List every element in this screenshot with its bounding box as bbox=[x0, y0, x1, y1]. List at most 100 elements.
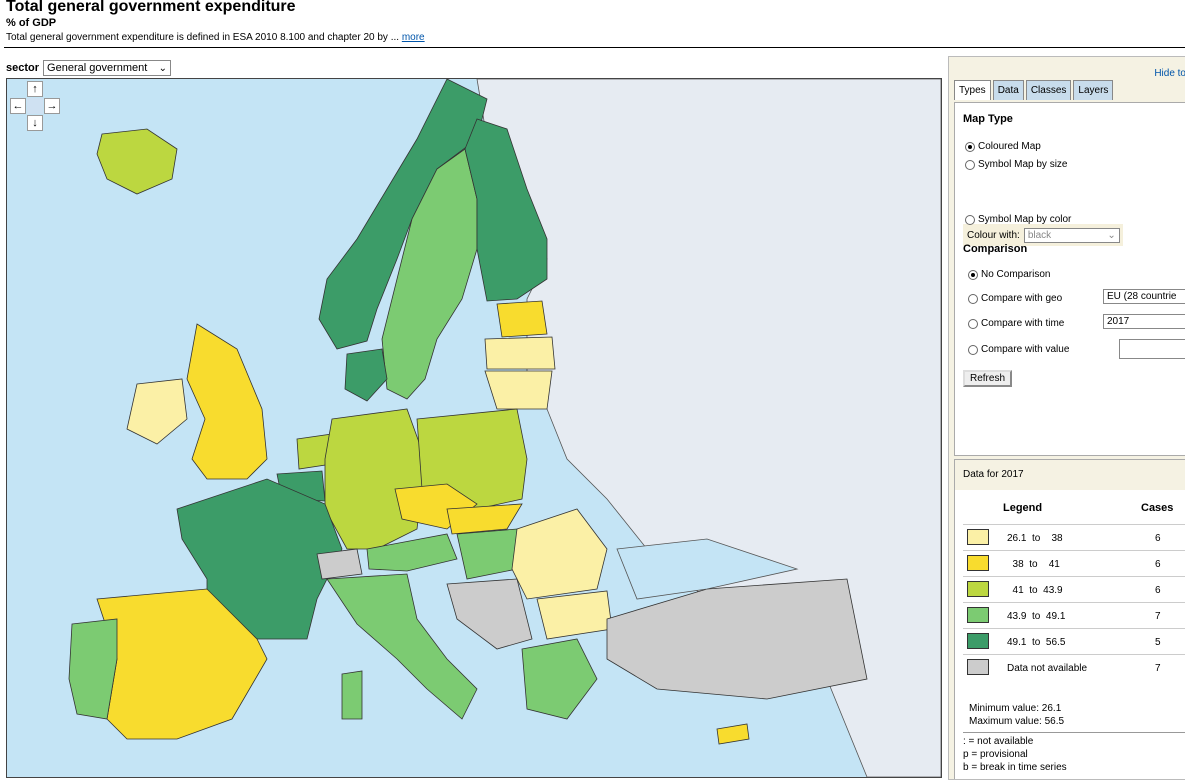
legend-count: 5 bbox=[1155, 637, 1161, 648]
radio-symbol-size[interactable]: Symbol Map by size bbox=[965, 159, 1067, 170]
radio-coloured-map[interactable]: Coloured Map bbox=[965, 141, 1041, 152]
legend-range: 38 to 41 bbox=[1007, 559, 1060, 570]
radio-dot bbox=[968, 318, 978, 329]
legend-count: 7 bbox=[1155, 611, 1161, 622]
legend-range: 41 to 43.9 bbox=[1007, 585, 1063, 596]
radio-compare-geo[interactable]: Compare with geo bbox=[968, 293, 1062, 304]
region-germany bbox=[324, 408, 426, 550]
radio-label: Compare with value bbox=[981, 344, 1070, 355]
arrow-up-icon[interactable]: ↑ bbox=[27, 81, 43, 97]
legend-count: 6 bbox=[1155, 533, 1161, 544]
region-sardinia bbox=[341, 670, 363, 720]
colour-with-value: black bbox=[1027, 229, 1052, 241]
legend-range: Data not available bbox=[1007, 663, 1088, 674]
max-value: Maximum value: 56.5 bbox=[969, 716, 1065, 727]
hide-toolbox-link[interactable]: Hide to bbox=[1154, 68, 1185, 79]
radio-symbol-color[interactable]: Symbol Map by color bbox=[965, 214, 1071, 225]
legend-swatch bbox=[967, 581, 989, 597]
definition-text: Total general government expenditure is … bbox=[6, 32, 425, 43]
radio-dot bbox=[968, 344, 978, 355]
radio-label: Symbol Map by color bbox=[978, 214, 1072, 225]
radio-dot bbox=[968, 269, 978, 280]
region-switzerland bbox=[316, 548, 363, 580]
nav-center bbox=[27, 98, 43, 114]
legend-swatch bbox=[967, 607, 989, 623]
definition-body: Total general government expenditure is … bbox=[6, 32, 400, 43]
map-type-heading: Map Type bbox=[963, 113, 1013, 125]
side-panel: Hide to Types Data Classes Layers Map Ty… bbox=[948, 56, 1185, 780]
page-title: Total general government expenditure bbox=[6, 0, 296, 15]
legend-row: Data not available 7 bbox=[963, 654, 1185, 681]
min-value: Minimum value: 26.1 bbox=[969, 703, 1062, 714]
arrow-right-icon[interactable]: → bbox=[44, 98, 60, 114]
header-divider bbox=[4, 47, 1185, 48]
tab-data[interactable]: Data bbox=[992, 80, 1024, 100]
legend-row: 41 to 43.9 6 bbox=[963, 576, 1185, 603]
legend-range: 26.1 to 38 bbox=[1007, 533, 1063, 544]
radio-label: Compare with time bbox=[981, 318, 1065, 329]
legend-swatch bbox=[967, 555, 989, 571]
legend-swatch bbox=[967, 529, 989, 545]
note-item: b = break in time series bbox=[963, 762, 1067, 773]
region-portugal bbox=[68, 618, 118, 720]
radio-dot bbox=[965, 159, 975, 170]
radio-compare-value[interactable]: Compare with value bbox=[968, 344, 1069, 355]
panel-tabs: Types Data Classes Layers bbox=[954, 80, 1114, 100]
refresh-button[interactable]: Refresh bbox=[963, 370, 1013, 387]
legend-row: 43.9 to 49.1 7 bbox=[963, 602, 1185, 629]
region-latvia bbox=[484, 336, 556, 370]
chevron-down-icon: ⌄ bbox=[1107, 229, 1116, 241]
legend-cases-title: Cases bbox=[1141, 502, 1174, 514]
region-lithuania bbox=[484, 370, 553, 410]
data-year-label: Data for 2017 bbox=[963, 469, 1024, 480]
comparison-heading: Comparison bbox=[963, 243, 1028, 255]
radio-dot bbox=[965, 141, 975, 152]
note-item: : = not available bbox=[963, 736, 1034, 747]
legend-swatch bbox=[967, 659, 989, 675]
tab-types[interactable]: Types bbox=[954, 80, 991, 100]
arrow-left-icon[interactable]: ← bbox=[10, 98, 26, 114]
compare-time-select[interactable]: 2017 bbox=[1103, 314, 1185, 329]
radio-no-comparison[interactable]: No Comparison bbox=[968, 269, 1050, 280]
legend-count: 7 bbox=[1155, 663, 1161, 674]
legend-row: 26.1 to 38 6 bbox=[963, 524, 1185, 551]
radio-dot bbox=[965, 214, 975, 225]
radio-label: No Comparison bbox=[981, 269, 1051, 280]
legend-range: 43.9 to 49.1 bbox=[1007, 611, 1066, 622]
arrow-down-icon[interactable]: ↓ bbox=[27, 115, 43, 131]
sector-select[interactable]: General government ⌄ bbox=[43, 60, 172, 76]
colour-with-label: Colour with: bbox=[967, 229, 1020, 241]
sector-select-value: General government bbox=[47, 62, 148, 74]
sector-filter: sector General government ⌄ bbox=[6, 60, 172, 76]
legend-range: 49.1 to 56.5 bbox=[1007, 637, 1066, 648]
tab-classes[interactable]: Classes bbox=[1025, 80, 1072, 100]
types-panel: Map Type Coloured Map Symbol Map by size… bbox=[954, 102, 1185, 456]
radio-compare-time[interactable]: Compare with time bbox=[968, 318, 1064, 329]
legend-count: 6 bbox=[1155, 559, 1161, 570]
compare-value-input[interactable] bbox=[1119, 339, 1185, 359]
legend-count: 6 bbox=[1155, 585, 1161, 596]
radio-label: Coloured Map bbox=[978, 141, 1041, 152]
compare-geo-select[interactable]: EU (28 countrie bbox=[1103, 289, 1185, 304]
legend-title: Legend bbox=[1003, 502, 1043, 514]
legend-row: 49.1 to 56.5 5 bbox=[963, 628, 1185, 655]
radio-dot bbox=[968, 293, 978, 304]
unit-label: % of GDP bbox=[6, 17, 57, 29]
tab-layers[interactable]: Layers bbox=[1073, 80, 1114, 100]
more-link[interactable]: more bbox=[402, 32, 425, 43]
radio-label: Symbol Map by size bbox=[978, 159, 1068, 170]
map-navigation: ↑ ← → ↓ bbox=[10, 81, 62, 133]
sector-label: sector bbox=[6, 62, 40, 74]
region-estonia bbox=[496, 300, 548, 338]
radio-label: Compare with geo bbox=[981, 293, 1063, 304]
legend-notes: : = not available p = provisional b = br… bbox=[963, 732, 1185, 774]
legend-swatch bbox=[967, 633, 989, 649]
colour-with-select[interactable]: black ⌄ bbox=[1023, 227, 1120, 243]
chevron-down-icon: ⌄ bbox=[158, 62, 168, 74]
legend-box: Data for 2017 Legend Cases 26.1 to 38 6 3… bbox=[954, 459, 1185, 779]
legend-row: 38 to 41 6 bbox=[963, 550, 1185, 577]
note-item: p = provisional bbox=[963, 749, 1028, 760]
choropleth-map[interactable]: ↑ ← → ↓ bbox=[6, 78, 942, 778]
legend-header: Data for 2017 bbox=[955, 460, 1185, 490]
map-canvas bbox=[7, 79, 941, 777]
